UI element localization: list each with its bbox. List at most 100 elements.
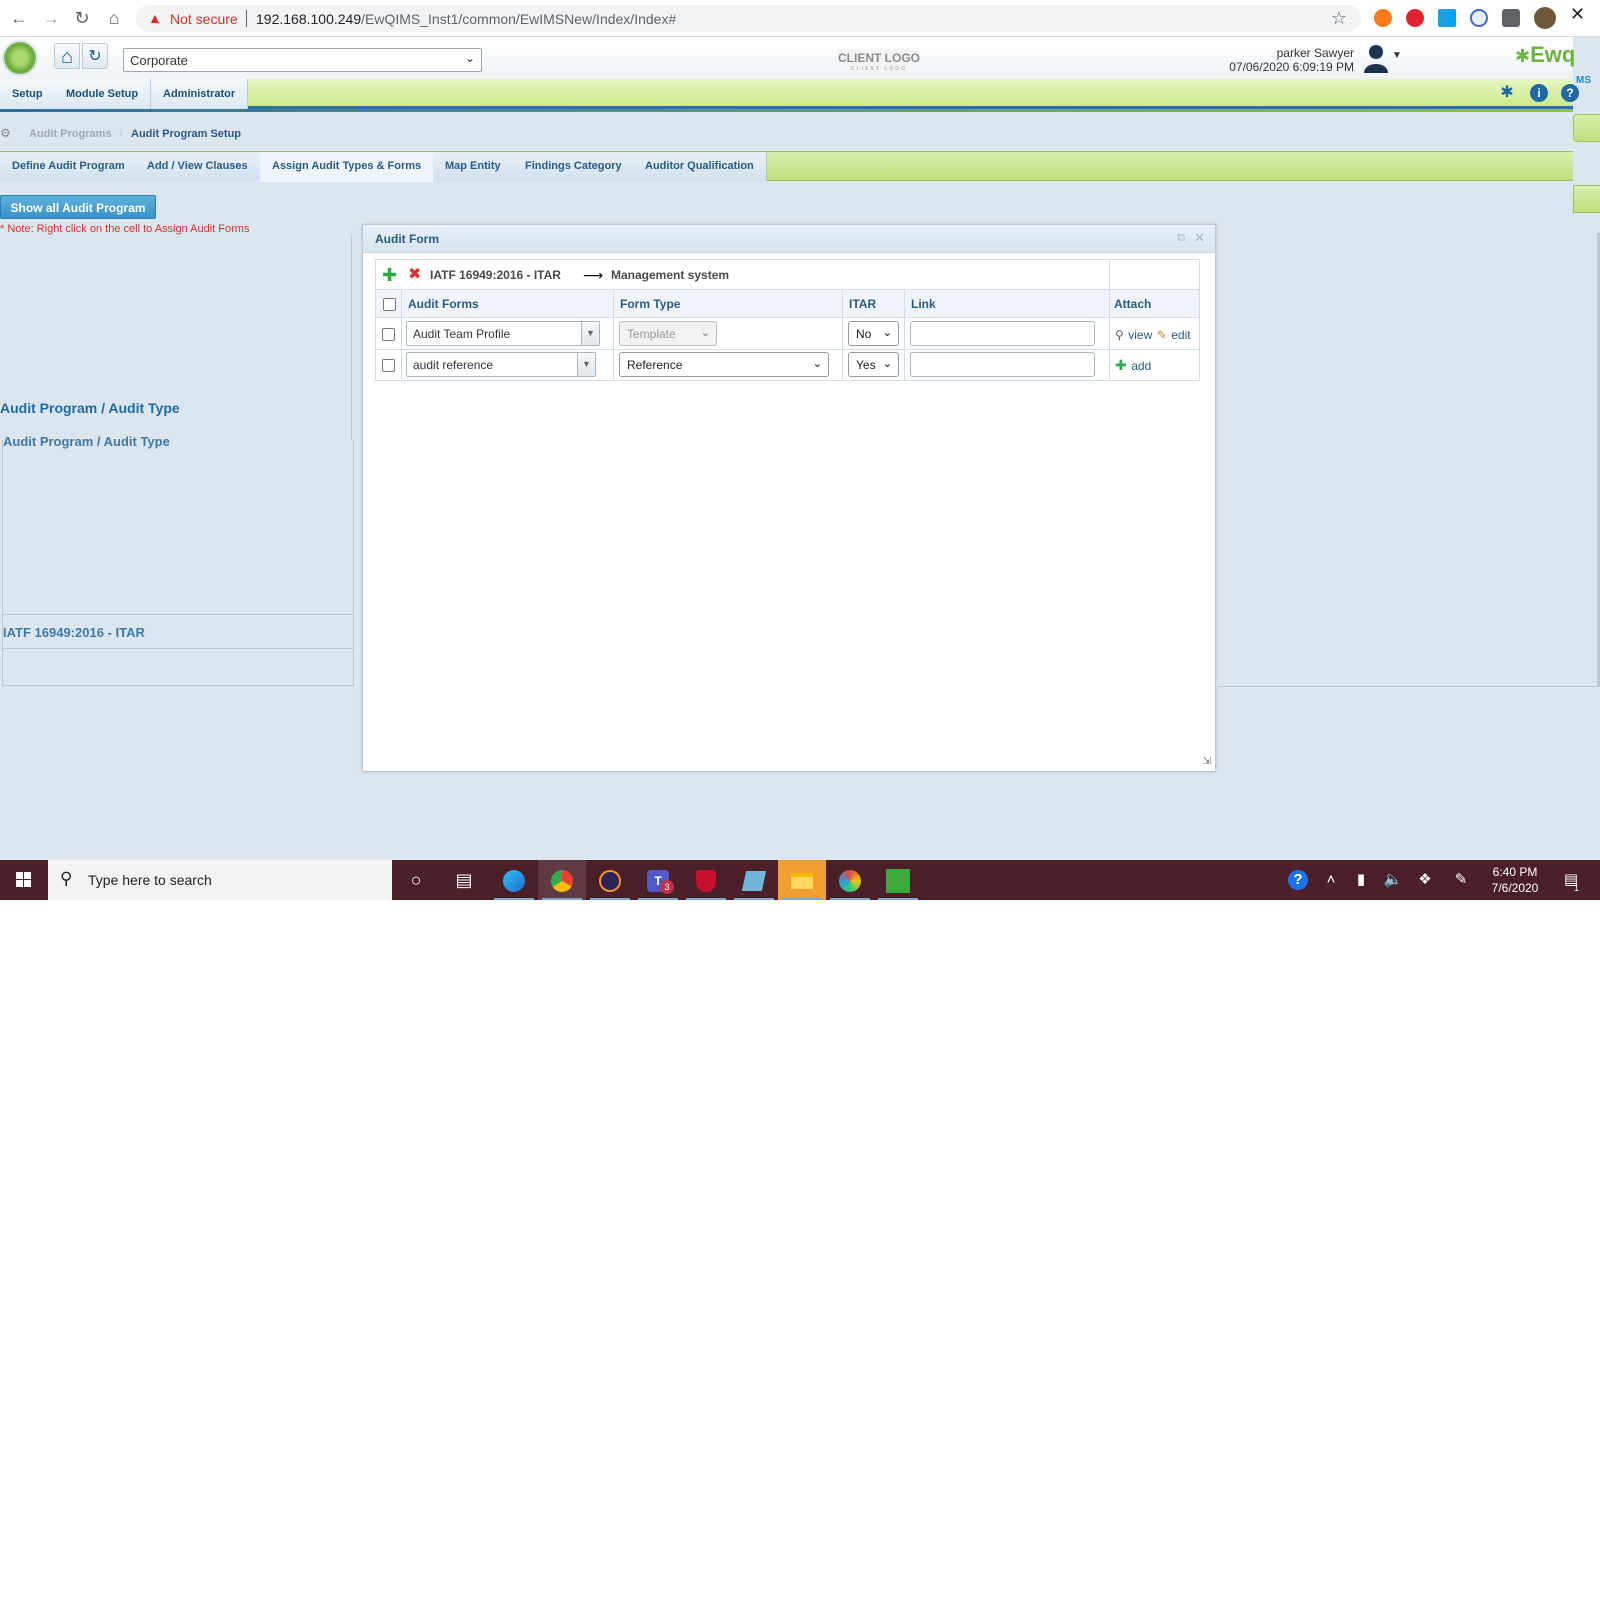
reload-icon[interactable]: ↻ [71,7,93,29]
screen: ← → ↻ ⌂ ▲ Not secure 192.168.100.249/EwQ… [0,0,1600,900]
window-close-icon[interactable]: ✕ [1570,4,1585,25]
extension-windows-icon[interactable] [1438,9,1456,27]
itar-value: No [856,327,872,341]
chevron-up-icon[interactable]: ˄ [1320,870,1342,890]
audit-form-value: Audit Team Profile [413,327,511,341]
search-icon: ⚲ [60,869,73,888]
assign-forms-note: * Note: Right click on the cell to Assig… [0,223,250,235]
grid-bottom-border [1218,686,1600,687]
edge-browser-icon[interactable] [490,860,538,900]
cortana-icon[interactable]: ○ [392,860,440,900]
side-panel-toggle[interactable] [1573,114,1600,142]
extensions-puzzle-icon[interactable] [1502,9,1520,27]
chevron-down-icon: ⌄ [812,358,822,370]
tab-auditor-qualification[interactable]: Auditor Qualification [633,152,767,181]
table-row: Audit Team Profile ▼ Template ⌄ No ⌄ ⚲ v… [376,319,1199,349]
profile-avatar-icon[interactable] [1534,7,1556,29]
warning-icon: ▲ [148,10,162,26]
user-avatar-icon[interactable] [1362,43,1390,73]
pen-icon[interactable]: ✎ [1450,870,1472,890]
help-tray-icon[interactable]: ? [1288,870,1308,890]
maximize-icon[interactable]: ⧉ [1177,232,1185,245]
chevron-down-icon: ⌄ [882,358,892,370]
form-type-select[interactable]: Reference ⌄ [619,352,829,377]
battery-icon[interactable]: ▮ [1350,870,1372,890]
edit-link[interactable]: edit [1171,328,1190,342]
windows-taskbar: ⚲ Type here to search ○ ▤ T3 ? ˄ ▮ 🔈 ❖ ✎… [0,860,1600,900]
brand-text: Ewq [1530,42,1576,67]
breadcrumb: ⚙ Audit Programs › Audit Program Setup [0,120,1573,148]
taskbar-search[interactable]: ⚲ Type here to search [48,860,392,900]
audit-program-cell[interactable]: IATF 16949:2016 - ITAR [3,625,145,640]
file-explorer-icon[interactable] [778,860,826,900]
tab-findings-category[interactable]: Findings Category [513,152,635,181]
combo-dropdown-icon[interactable]: ▼ [581,322,599,345]
itar-select[interactable]: No ⌄ [848,321,899,346]
delete-row-icon[interactable]: ✖ [408,266,421,284]
show-all-audit-program-button[interactable]: Show all Audit Program [0,195,156,219]
home-icon[interactable]: ⌂ [103,7,125,29]
brand-sub: MS [1576,75,1591,86]
url-text[interactable]: 192.168.100.249/EwQIMS_Inst1/common/EwIM… [256,11,676,27]
breadcrumb-home-icon[interactable]: ⚙ [0,126,14,140]
teams-icon[interactable]: T3 [634,860,682,900]
form-type-value: Reference [627,358,683,372]
add-row-icon[interactable]: ✚ [382,266,397,284]
volume-icon[interactable]: 🔈 [1382,870,1404,890]
audit-form-dialog: Audit Form ⧉ ✕ ✚ ✖ IATF 16949:2016 - ITA… [362,224,1216,772]
menu-item-setup[interactable]: Setup [0,79,56,109]
magnifier-icon: ⚲ [1115,328,1124,342]
itar-select[interactable]: Yes ⌄ [848,352,899,377]
site-select[interactable]: Corporate ⌄ [123,48,482,72]
link-input[interactable] [910,352,1095,377]
notepad-icon[interactable] [730,860,778,900]
dialog-titlebar[interactable]: Audit Form ⧉ ✕ [363,225,1215,253]
tab-map-entity[interactable]: Map Entity [433,152,514,181]
brand-sun-icon: ✱ [1515,46,1531,66]
address-bar[interactable]: ▲ Not secure 192.168.100.249/EwQIMS_Inst… [136,5,1361,32]
combo-dropdown-icon[interactable]: ▼ [577,353,595,376]
info-icon[interactable]: i [1530,84,1548,102]
row-checkbox[interactable] [382,328,395,341]
main-menu-bar: Setup Module Setup Administrator ✱ i ? [0,79,1579,112]
extension-chart-icon[interactable] [1470,9,1488,27]
audit-form-combo[interactable]: audit reference ▼ [406,352,596,377]
task-view-icon[interactable]: ▤ [440,860,488,900]
add-link[interactable]: add [1131,359,1151,373]
view-link[interactable]: view [1128,328,1152,342]
row-checkbox[interactable] [382,359,395,372]
refresh-icon[interactable]: ↻ [82,43,108,69]
forward-icon[interactable]: → [40,7,62,29]
user-menu-caret-icon[interactable]: ▼ [1392,50,1402,61]
itar-value: Yes [856,358,876,372]
grid-divider [1109,260,1110,290]
tab-add-view-clauses[interactable]: Add / View Clauses [135,152,261,181]
eclipse-icon[interactable] [586,860,634,900]
system-clock[interactable]: 6:40 PM 7/6/2020 [1480,864,1550,896]
green-app-icon[interactable] [874,860,922,900]
extension-fire-icon[interactable] [1374,9,1392,27]
notification-center-icon[interactable]: ▤ 1 [1560,870,1582,893]
back-icon[interactable]: ← [8,7,30,29]
close-icon[interactable]: ✕ [1194,230,1205,246]
breadcrumb-item-audit-programs[interactable]: Audit Programs [29,128,112,140]
resize-handle-icon[interactable]: ⇲ [1203,756,1211,767]
audit-form-combo[interactable]: Audit Team Profile ▼ [406,321,600,346]
extension-opera-icon[interactable] [1406,9,1424,27]
tab-define-audit-program[interactable]: Define Audit Program [0,152,138,181]
menu-item-administrator[interactable]: Administrator [151,79,249,109]
security-shield-icon[interactable] [682,860,730,900]
home-icon[interactable]: ⌂ [54,43,80,69]
client-logo: CLIENT LOGO CLIENT LOGO [838,49,920,73]
menu-item-module-setup[interactable]: Module Setup [54,79,152,109]
bookmark-star-icon[interactable]: ☆ [1331,8,1347,29]
help-icon[interactable]: ? [1561,84,1579,102]
chrome-icon[interactable] [538,860,586,900]
pin-icon[interactable]: ✱ [1498,84,1516,102]
paint-icon[interactable] [826,860,874,900]
select-all-checkbox[interactable] [383,298,396,311]
start-button[interactable] [0,860,48,900]
tab-assign-audit-types-forms[interactable]: Assign Audit Types & Forms [260,152,435,182]
link-input[interactable] [910,321,1095,346]
dropbox-icon[interactable]: ❖ [1414,870,1436,890]
